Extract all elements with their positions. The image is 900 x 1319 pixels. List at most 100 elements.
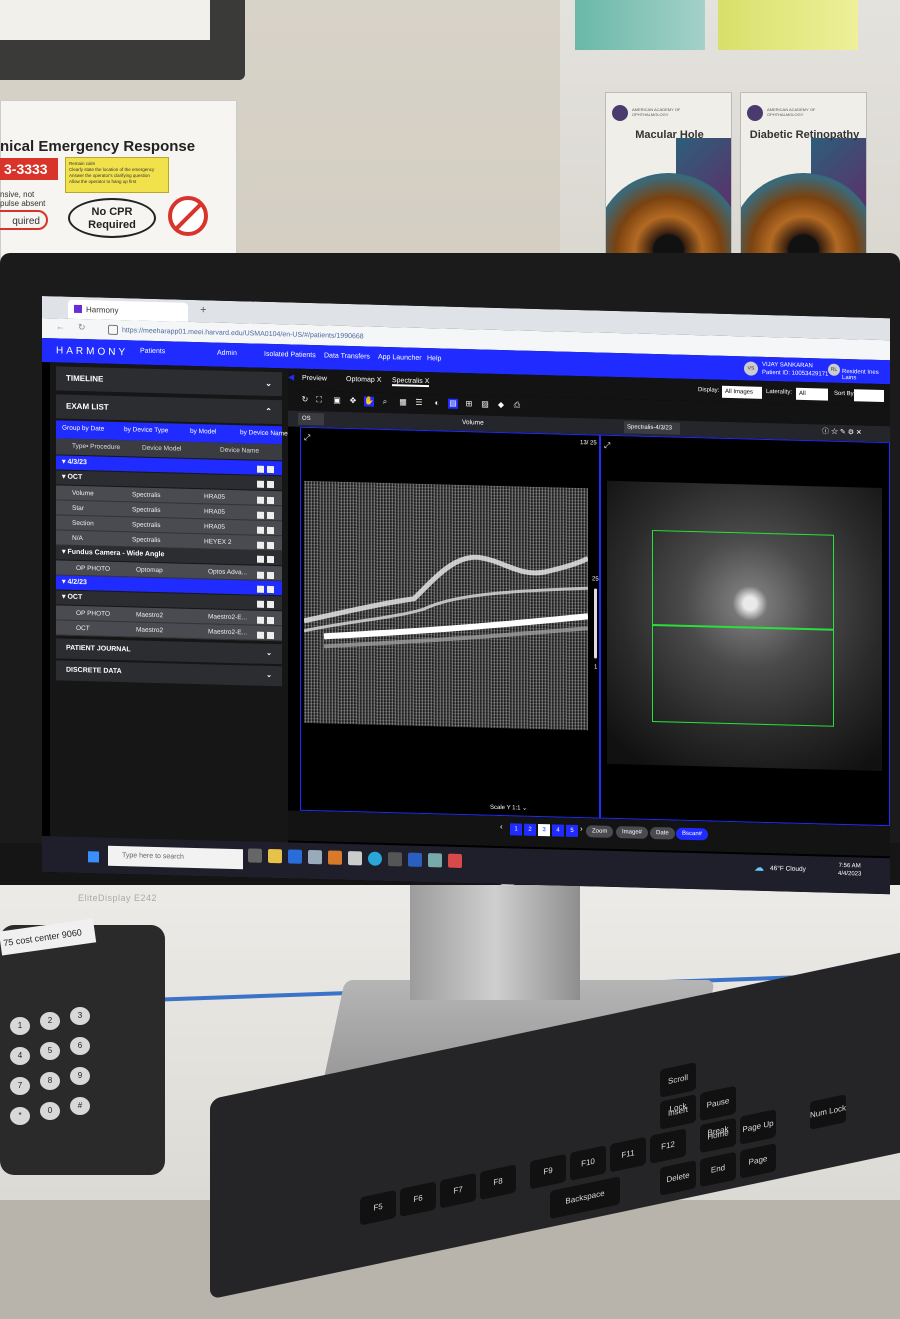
col-type-procedure[interactable]: Type• Procedure — [72, 443, 120, 451]
poster-note-line: Allow the operator to hang up first — [69, 179, 137, 184]
prev-page-icon[interactable]: ‹ — [500, 822, 503, 831]
new-tab-icon[interactable]: + — [200, 304, 206, 316]
series-select[interactable]: Spectralis-4/3/23 — [624, 421, 680, 435]
nav-patients[interactable]: Patients — [140, 348, 165, 356]
col-device-model[interactable]: Device Model — [142, 445, 181, 453]
clock-date: 4/4/2023 — [838, 870, 862, 878]
layout-icon[interactable]: ▤ — [448, 398, 458, 409]
resident-avatar[interactable]: RL — [828, 363, 840, 376]
date-pill[interactable]: Date — [650, 826, 675, 840]
phone-key: 4 — [10, 1047, 30, 1065]
slice-counter: 13/ 25 — [580, 440, 597, 447]
save-icon[interactable]: ▣ — [332, 396, 342, 406]
tab-by-device-name[interactable]: by Device Name — [240, 429, 288, 437]
app-icon[interactable] — [348, 851, 362, 866]
collapse-left-icon[interactable]: ◀ — [288, 372, 294, 381]
phone-key: 2 — [40, 1012, 60, 1030]
oct-bscan-image[interactable] — [304, 480, 588, 731]
list-icon[interactable]: ☰ — [414, 398, 424, 408]
poster-title: nical Emergency Response — [0, 138, 196, 155]
slice-slider[interactable] — [594, 588, 597, 659]
slider-min: 1 — [594, 664, 598, 671]
zoom-icon[interactable]: ⌕ — [380, 397, 390, 407]
move-icon[interactable]: ✥ — [348, 396, 358, 406]
expand-icon[interactable]: ⤢ — [604, 441, 610, 451]
user-avatar[interactable]: VS — [744, 361, 758, 376]
weather-text[interactable]: 46°F Cloudy — [770, 865, 806, 873]
page-1[interactable]: 1 — [510, 823, 522, 836]
scale-y[interactable]: Scale Y 1:1 ⌄ — [490, 804, 527, 812]
volume-label: Volume — [462, 418, 484, 427]
contrast-icon[interactable]: ◐ — [432, 398, 442, 408]
phone-key: 0 — [40, 1102, 60, 1120]
page-2[interactable]: 2 — [524, 823, 536, 836]
laterality-label: Laterality: — [766, 388, 793, 396]
nav-admin[interactable]: Admin — [217, 350, 237, 358]
eye-select[interactable]: OS — [298, 412, 324, 426]
keyboard-key: Scroll Lock — [660, 1062, 696, 1114]
page-5[interactable]: 5 — [566, 824, 578, 838]
grid-icon[interactable]: ▦ — [398, 397, 408, 407]
display-select[interactable]: All Images — [722, 385, 762, 399]
bscan-pill[interactable]: Bscan# — [676, 827, 709, 841]
chevron-down-icon: ⌄ — [266, 649, 272, 658]
clock[interactable]: 7:56 AM 4/4/2023 — [838, 862, 861, 879]
outlook-icon[interactable] — [288, 849, 302, 864]
tab-optomap[interactable]: Optomap X — [346, 376, 381, 384]
page-4[interactable]: 4 — [552, 824, 564, 837]
nav-isolated-patients[interactable]: Isolated Patients — [264, 351, 316, 359]
next-page-icon[interactable]: › — [580, 824, 583, 833]
back-icon[interactable]: ← — [56, 321, 65, 331]
phone-key: 8 — [40, 1072, 60, 1090]
tab-group-by-date[interactable]: Group by Date — [62, 425, 104, 433]
app-icon[interactable] — [308, 849, 322, 865]
file-explorer-icon[interactable] — [268, 848, 282, 864]
phone-key: 1 — [10, 1017, 30, 1035]
poster-no-cpr-oval: No CPR Required — [68, 198, 156, 238]
keyboard-key: Page Down — [740, 1143, 776, 1195]
tab-spectralis[interactable]: Spectralis X — [392, 377, 430, 388]
app-icon[interactable] — [328, 850, 342, 865]
image-number-pill[interactable]: Image# — [616, 826, 649, 839]
poster-phone-number: 3-3333 — [0, 158, 58, 180]
aao-logo-icon — [747, 105, 763, 121]
filter-icon[interactable]: ◆ — [496, 400, 506, 410]
tab-preview[interactable]: Preview — [302, 375, 327, 383]
brochure-macular-hole: AMERICAN ACADEMY OF OPHTHALMOLOGY Macula… — [605, 92, 732, 274]
word-icon[interactable] — [408, 852, 422, 867]
expand-icon[interactable]: ⤢ — [304, 433, 310, 443]
close-icon: X — [376, 376, 382, 384]
refresh-icon[interactable]: ↻ — [78, 322, 86, 333]
phone-key: # — [70, 1097, 90, 1115]
nav-app-launcher[interactable]: App Launcher — [378, 354, 422, 362]
task-view-icon[interactable] — [248, 848, 262, 863]
hand-icon[interactable]: ✋ — [364, 396, 374, 407]
brochure-org: AMERICAN ACADEMY OF OPHTHALMOLOGY — [632, 107, 681, 117]
edge-icon[interactable] — [368, 851, 382, 866]
page-3[interactable]: 3 — [538, 823, 550, 837]
sortby-select[interactable] — [854, 389, 884, 403]
brochure-diabetic-retinopathy: AMERICAN ACADEMY OF OPHTHALMOLOGY Diabet… — [740, 92, 867, 274]
laterality-select[interactable]: All — [796, 387, 828, 401]
color-icon[interactable]: ▨ — [480, 399, 490, 409]
close-icon: X — [424, 378, 430, 386]
app-icon[interactable] — [388, 852, 402, 867]
nav-help[interactable]: Help — [427, 355, 441, 362]
tab-by-device-type[interactable]: by Device Type — [124, 426, 168, 434]
app-icon[interactable] — [448, 853, 462, 868]
nav-data-transfers[interactable]: Data Transfers — [324, 352, 370, 360]
measure-icon[interactable]: ⊞ — [464, 399, 474, 409]
windows-start-icon[interactable] — [88, 851, 99, 863]
col-device-name[interactable]: Device Name — [220, 447, 259, 455]
print-icon[interactable]: ⎙ — [512, 400, 522, 410]
fullscreen-icon[interactable]: ⛶ — [314, 395, 324, 405]
info-icon[interactable]: ⓘ ☆ ✎ ⚙ ✕ — [822, 426, 862, 437]
phone-key: 7 — [10, 1077, 30, 1095]
taskbar-search[interactable]: Type here to search — [108, 845, 243, 870]
app-icon[interactable] — [428, 853, 442, 868]
zoom-pill[interactable]: Zoom — [586, 825, 614, 838]
keyboard-key: F5 — [360, 1189, 396, 1226]
refresh-icon[interactable]: ↻ — [300, 395, 310, 405]
tab-by-model[interactable]: by Model — [190, 428, 216, 436]
resident-selector[interactable]: Resident Ines Lains — [842, 369, 890, 382]
